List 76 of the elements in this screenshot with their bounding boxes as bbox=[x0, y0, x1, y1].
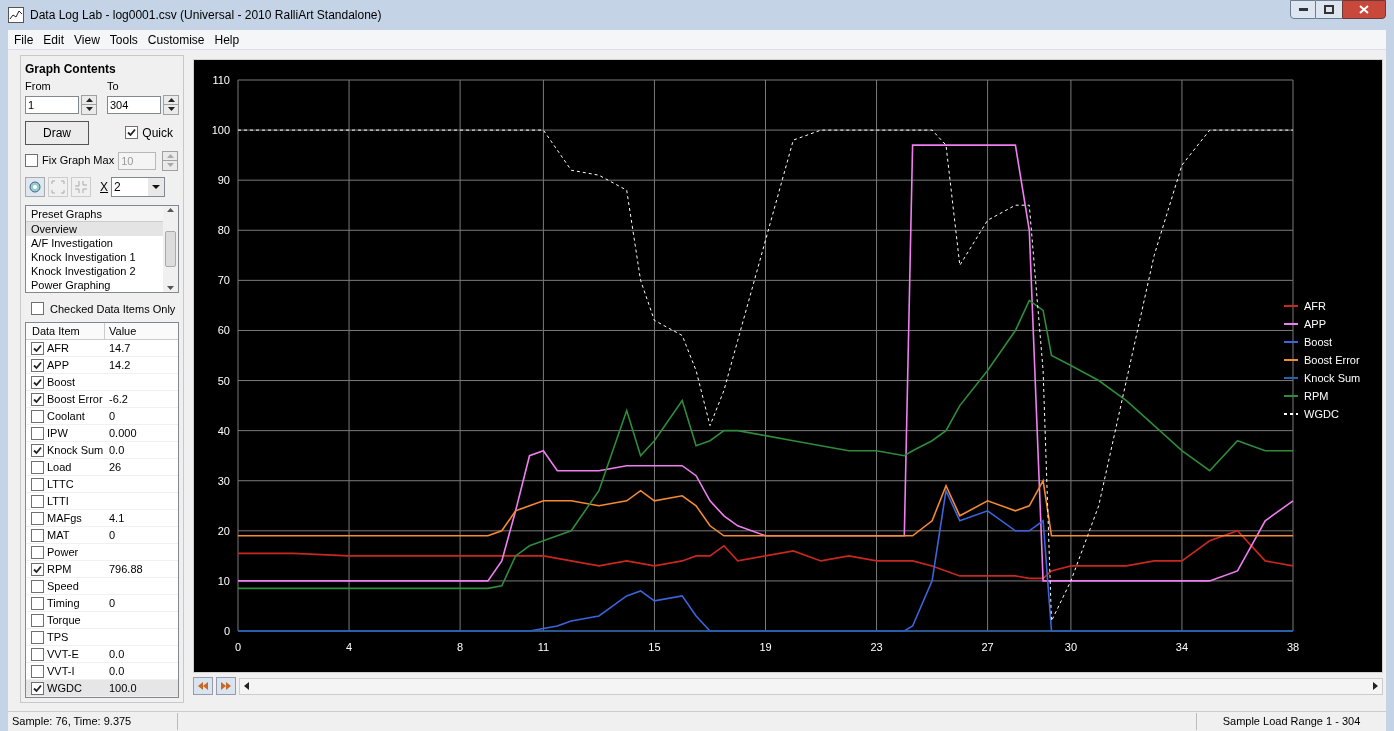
y-axis-label: 60 bbox=[217, 324, 230, 337]
item-name: AFR bbox=[47, 340, 69, 356]
item-name: Power bbox=[47, 544, 79, 560]
item-value: 0 bbox=[108, 527, 117, 543]
group-title: Graph Contents bbox=[23, 62, 118, 76]
item-name: Knock Sum bbox=[47, 442, 104, 458]
legend-label: Knock Sum bbox=[1304, 372, 1361, 384]
item-name: LTTI bbox=[47, 493, 69, 509]
item-name: MAFgs bbox=[47, 510, 82, 526]
y-axis-label: 90 bbox=[217, 174, 230, 187]
legend-label: APP bbox=[1304, 318, 1326, 330]
y-axis-label: 50 bbox=[217, 374, 230, 387]
y-axis-label: 70 bbox=[217, 274, 230, 287]
item-value: 4.1 bbox=[108, 510, 126, 526]
checkbox-label: Fix Graph Max bbox=[42, 153, 115, 169]
item-name: Timing bbox=[47, 595, 80, 611]
item-value: 0 bbox=[108, 595, 117, 611]
y-axis-label: 10 bbox=[217, 574, 230, 587]
item-name: Coolant bbox=[47, 408, 85, 424]
item-name: APP bbox=[47, 357, 69, 373]
legend-label: Boost bbox=[1304, 336, 1333, 348]
x-axis-label: 23 bbox=[870, 641, 883, 653]
item-value: 26 bbox=[108, 459, 123, 475]
item-name: Speed bbox=[47, 578, 79, 594]
legend-label: RPM bbox=[1304, 390, 1329, 402]
item-name: Boost bbox=[47, 374, 76, 390]
legend-label: Boost Error bbox=[1304, 354, 1360, 366]
item-value: -6.2 bbox=[108, 391, 129, 407]
checkbox-label: Quick bbox=[142, 124, 173, 142]
item-name: Boost Error bbox=[47, 391, 103, 407]
status-text: Sample: 76, Time: 9.375 bbox=[8, 713, 178, 730]
item-value: 0.0 bbox=[108, 663, 126, 679]
y-axis-label: 40 bbox=[217, 424, 230, 437]
item-name: VVT-E bbox=[47, 646, 79, 662]
item-value: 0 bbox=[108, 408, 117, 424]
item-name: Torque bbox=[47, 612, 81, 628]
status-text: Sample Load Range 1 - 304 bbox=[1196, 713, 1386, 730]
item-name: LTTC bbox=[47, 476, 74, 492]
item-name: Load bbox=[47, 459, 72, 475]
x-axis-label: 15 bbox=[648, 641, 661, 653]
item-value: 14.2 bbox=[108, 357, 132, 373]
item-name: MAT bbox=[47, 527, 70, 543]
y-axis-label: 30 bbox=[217, 474, 230, 487]
x-axis-label: 11 bbox=[537, 641, 550, 653]
window-title: Data Log Lab - log0001.csv (Universal - 2010 RalliArt Standalone) bbox=[30, 7, 382, 24]
item-value: 14.7 bbox=[108, 340, 132, 356]
x-axis-label: 34 bbox=[1175, 641, 1189, 653]
item-name: IPW bbox=[47, 425, 68, 441]
item-value: 0.0 bbox=[108, 646, 126, 662]
x-axis-label: 19 bbox=[759, 641, 772, 653]
item-value: 796.88 bbox=[108, 561, 144, 577]
item-value: 0.000 bbox=[108, 425, 138, 441]
to-label: To bbox=[107, 79, 120, 94]
item-name: VVT-I bbox=[47, 663, 75, 679]
item-value: 0.0 bbox=[108, 442, 126, 458]
x-axis-label: 0 bbox=[234, 641, 242, 653]
x-axis-label: 30 bbox=[1064, 641, 1077, 653]
y-axis-label: 100 bbox=[211, 124, 230, 137]
x-axis-label: 4 bbox=[346, 641, 353, 653]
item-value: 100.0 bbox=[108, 680, 138, 696]
y-axis-label: 20 bbox=[217, 524, 230, 537]
from-label: From bbox=[25, 79, 52, 94]
item-name: WGDC bbox=[47, 680, 82, 696]
y-axis-label: 80 bbox=[217, 224, 230, 237]
legend-label: AFR bbox=[1304, 300, 1326, 312]
checkbox-label: Checked Data Items Only bbox=[50, 301, 176, 317]
list-header: Preset Graphs bbox=[26, 205, 163, 222]
x-axis-label: 27 bbox=[981, 641, 994, 653]
x-axis-label: 38 bbox=[1286, 641, 1300, 653]
y-axis-label: 110 bbox=[212, 74, 230, 86]
item-name: TPS bbox=[47, 629, 69, 645]
y-axis-label: 0 bbox=[223, 625, 230, 637]
x-axis-label: 8 bbox=[457, 641, 464, 653]
x-factor-label: X bbox=[100, 178, 108, 196]
item-name: RPM bbox=[47, 561, 72, 577]
legend-label: WGDC bbox=[1304, 408, 1339, 420]
